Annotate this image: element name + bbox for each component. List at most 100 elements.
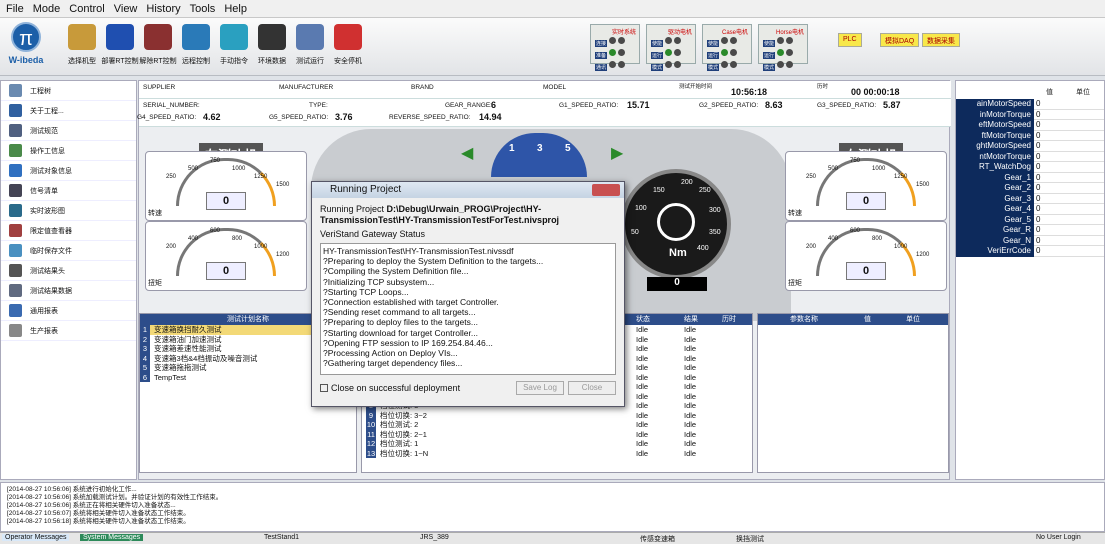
nav-item-12[interactable]: 生产报表: [1, 321, 136, 341]
g4-value: 4.62: [203, 112, 221, 122]
log-line: [2014-08-27 10:56:06] 系统加载测试计划。并验证计划的有效性…: [7, 494, 223, 501]
status-group-3: Horse电机 使能 运行 模式: [758, 24, 808, 71]
g3-value: 5.87: [883, 100, 901, 110]
reverse-value: 14.94: [479, 112, 502, 122]
toolbar-icon-5: [258, 24, 286, 50]
close-icon[interactable]: [592, 184, 620, 196]
toolbar-icon-2: [144, 24, 172, 50]
menu-control[interactable]: Control: [69, 3, 104, 15]
signal-row: RT_WatchDog 0: [956, 162, 1104, 173]
signal-values-panel: 值单位 ainMotorSpeed 0 inMotorTorque 0 eftMotor…: [955, 80, 1105, 480]
menu-help[interactable]: Help: [224, 3, 247, 15]
toolbar-icon-6: [296, 24, 324, 50]
nav-item-7[interactable]: 限定值查看器: [1, 221, 136, 241]
log-line: [2014-08-27 10:56:06] 系统进行初始化工作...: [7, 486, 137, 493]
step-row[interactable]: 10 档位测试: 2 Idle Idle: [362, 420, 752, 430]
dyno-gauge-3: 200 400 600 800 1000 1200 0 扭矩: [785, 221, 947, 291]
signal-row: Gear_4 0: [956, 204, 1104, 215]
deploy-log-line: ?Opening FTP session to IP 169.254.84.46…: [323, 337, 493, 348]
menu-history[interactable]: History: [146, 3, 180, 15]
status-bar: Operator Messages System Messages TestSt…: [0, 532, 1105, 544]
nav-icon: [9, 184, 22, 197]
type-label: TYPE:: [309, 102, 328, 109]
menu-view[interactable]: View: [114, 3, 138, 15]
hw-button-0[interactable]: PLC: [838, 33, 862, 47]
deploy-log-line: ?Preparing to deploy files to the target…: [323, 317, 478, 328]
status-field-2: 换挡测试: [736, 536, 764, 543]
nav-label: 信号清单: [30, 187, 58, 195]
model-label: MODEL: [543, 84, 567, 91]
nav-item-3[interactable]: 操作工信息: [1, 141, 136, 161]
signal-row: inMotorTorque 0: [956, 109, 1104, 120]
menu-tools[interactable]: Tools: [190, 3, 216, 15]
g2-label: G2_SPEED_RATIO:: [699, 102, 759, 109]
signal-row: Gear_R 0: [956, 225, 1104, 236]
gear-1: 1: [509, 143, 515, 154]
running-project-dialog: Running Project Running Project D:\Debug…: [311, 181, 625, 407]
g2-value: 8.63: [765, 100, 783, 110]
nav-item-5[interactable]: 信号清单: [1, 181, 136, 201]
signal-row: Gear_N 0: [956, 235, 1104, 246]
step-row[interactable]: 11 档位切换: 2~1 Idle Idle: [362, 429, 752, 439]
deploy-log-line: ?Initializing TCP subsystem...: [323, 276, 435, 287]
gateway-status-label: VeriStand Gateway Status: [320, 229, 426, 239]
tab-system-messages[interactable]: System Messages: [80, 534, 144, 541]
gear-range-label: GEAR_RANGE:: [445, 102, 492, 109]
nav-label: 通用报表: [30, 307, 58, 315]
status-group-0: 实时系统 连接 准备 通讯: [590, 24, 640, 71]
signal-row: VeriErrCode 0: [956, 246, 1104, 257]
g5-label: G5_SPEED_RATIO:: [269, 114, 329, 121]
serial-label: SERIAL_NUMBER:: [143, 102, 200, 109]
deploy-log-line: ?Gathering target dependency files...: [323, 358, 463, 369]
dyno-gauge-0: 250 500 750 1000 1250 1500 0 转速: [145, 151, 307, 221]
toolbar-icon-7: [334, 24, 362, 50]
nav-item-0[interactable]: 工程树: [1, 81, 136, 101]
nav-icon: [9, 144, 22, 157]
nav-item-10[interactable]: 测试结果数据: [1, 281, 136, 301]
deploy-log-line: ?Connection established with target Cont…: [323, 297, 499, 308]
close-on-success-checkbox[interactable]: [320, 384, 328, 392]
status-user: No User Login: [1036, 534, 1081, 541]
toolbar-label: 安全停机: [334, 58, 362, 65]
deploy-log-line: ?Starting TCP Loops...: [323, 286, 409, 297]
menu-mode[interactable]: Mode: [33, 3, 61, 15]
start-time-label: 测试开始时间: [679, 84, 713, 90]
nav-label: 操作工信息: [30, 147, 65, 155]
arrow-right-icon: ▶: [611, 145, 624, 162]
g1-label: G1_SPEED_RATIO:: [559, 102, 619, 109]
log-line: [2014-08-27 10:56:07] 系统将相关硬件切入准备状态工作结束。: [7, 510, 190, 517]
status-group-1: 驱动电机 使能 运行 模式: [646, 24, 696, 71]
nav-label: 测试结果数据: [30, 287, 72, 295]
hw-button-2[interactable]: 数据采集: [922, 33, 960, 47]
nav-item-8[interactable]: 临时保存文件: [1, 241, 136, 261]
step-row[interactable]: 13 档位切换: 1~N Idle Idle: [362, 448, 752, 458]
save-log-button[interactable]: Save Log: [516, 381, 564, 395]
step-row[interactable]: 12 档位测试: 1 Idle Idle: [362, 439, 752, 449]
elapsed-time: 00 00:00:18: [851, 87, 900, 97]
reverse-label: REVERSE_SPEED_RATIO:: [389, 114, 471, 121]
step-row[interactable]: 9 档位切换: 3~2 Idle Idle: [362, 410, 752, 420]
hw-button-1[interactable]: 模拟DAQ: [880, 33, 920, 47]
tab-operator-messages[interactable]: Operator Messages: [2, 534, 70, 541]
nav-item-9[interactable]: 测试结果头: [1, 261, 136, 281]
menu-file[interactable]: File: [6, 3, 24, 15]
g3-label: G3_SPEED_RATIO:: [817, 102, 877, 109]
gear-3: 3: [537, 143, 543, 154]
elapsed-label: 历时: [817, 84, 829, 90]
signal-row: eftMotorSpeed 0: [956, 120, 1104, 131]
nav-item-6[interactable]: 实时波形图: [1, 201, 136, 221]
toolbar-button-7[interactable]: 安全停机: [326, 22, 370, 72]
close-button[interactable]: Close: [568, 381, 616, 395]
nav-item-4[interactable]: 测试对象信息: [1, 161, 136, 181]
nav-item-11[interactable]: 通用报表: [1, 301, 136, 321]
nav-label: 关于工程...: [30, 107, 64, 115]
nav-icon: [9, 224, 22, 237]
nav-label: 测试对象信息: [30, 167, 72, 175]
nav-icon: [9, 264, 22, 277]
nav-item-2[interactable]: 测试规范: [1, 121, 136, 141]
nav-item-1[interactable]: 关于工程...: [1, 101, 136, 121]
nav-label: 临时保存文件: [30, 247, 72, 255]
toolbar-icon-3: [182, 24, 210, 50]
nav-label: 测试结果头: [30, 267, 65, 275]
deploy-log-list[interactable]: HY-TransmissionTest\HY-TransmissionTest.…: [320, 243, 616, 375]
